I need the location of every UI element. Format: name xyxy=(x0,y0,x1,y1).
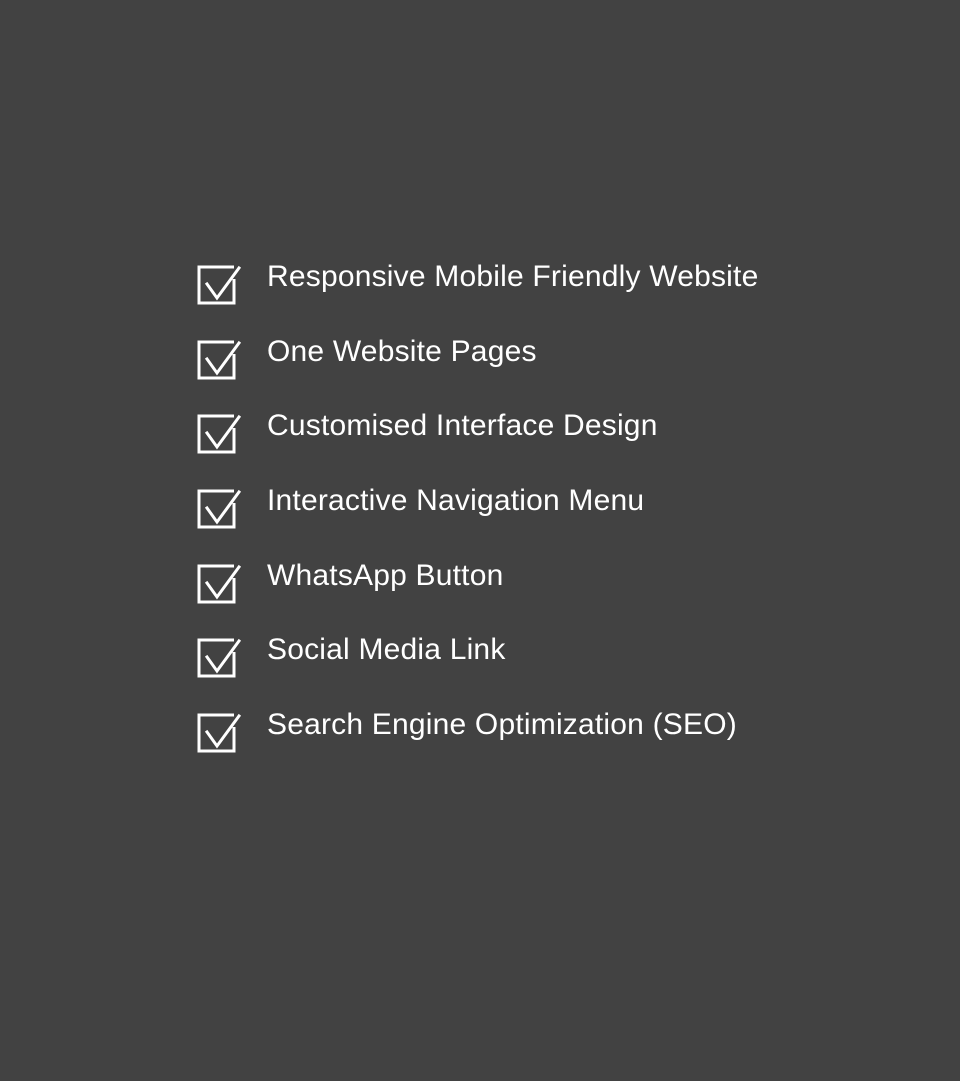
checked-box-icon xyxy=(197,265,241,305)
feature-label: One Website Pages xyxy=(267,334,537,368)
checked-box-icon xyxy=(197,713,241,753)
checked-box-icon xyxy=(197,564,241,604)
checked-box-icon xyxy=(197,489,241,529)
feature-label: Social Media Link xyxy=(267,633,506,667)
feature-label: Interactive Navigation Menu xyxy=(267,484,645,518)
checked-box-icon xyxy=(197,638,241,678)
feature-label: Customised Interface Design xyxy=(267,409,658,443)
checked-box-icon xyxy=(197,340,241,380)
checked-box-icon xyxy=(197,414,241,454)
feature-label: Search Engine Optimization (SEO) xyxy=(267,708,737,742)
feature-label: WhatsApp Button xyxy=(267,558,504,592)
features-panel: Responsive Mobile Friendly Website One W… xyxy=(0,0,960,1081)
feature-label: Responsive Mobile Friendly Website xyxy=(267,260,759,293)
